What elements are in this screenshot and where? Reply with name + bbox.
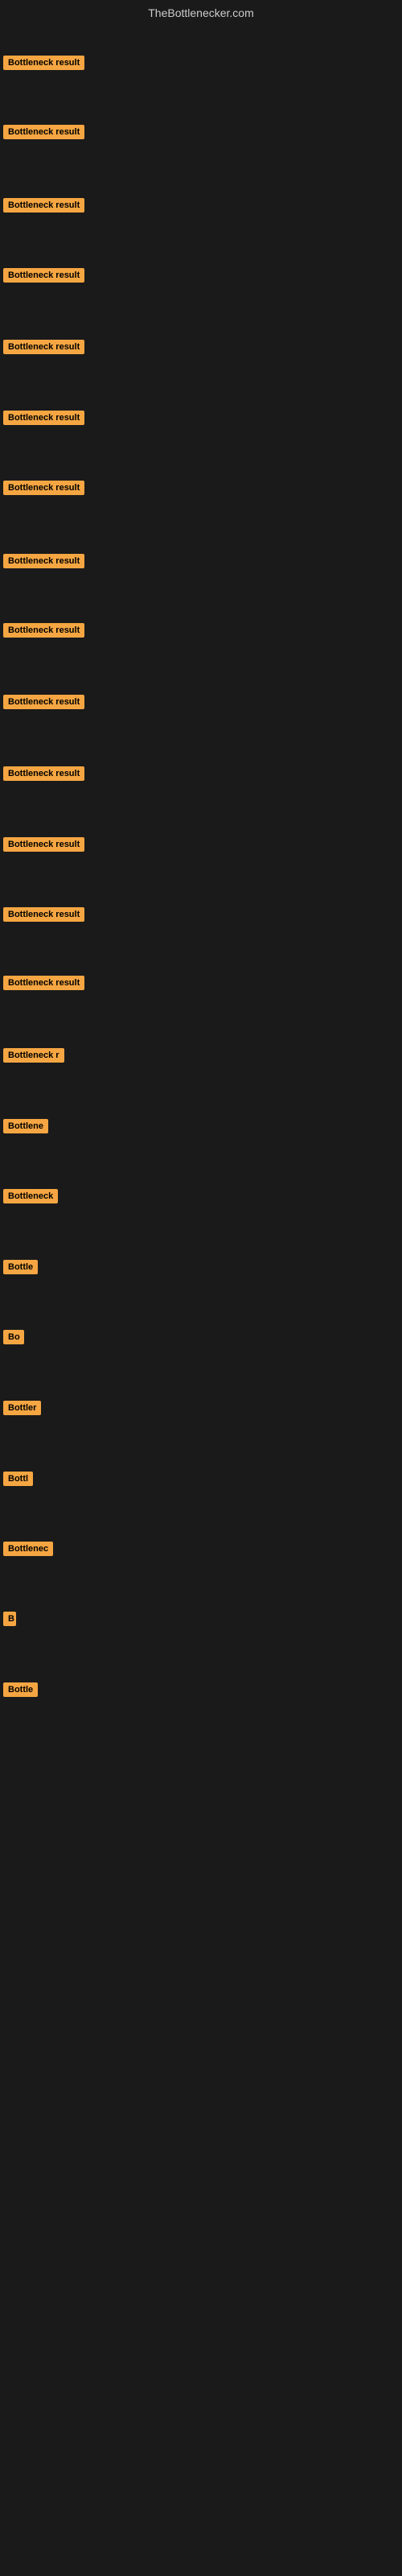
bottleneck-item-21[interactable]: Bottl <box>3 1472 33 1490</box>
bottleneck-item-1[interactable]: Bottleneck result <box>3 56 84 74</box>
bottleneck-item-24[interactable]: Bottle <box>3 1682 38 1701</box>
site-header: TheBottlenecker.com <box>0 0 402 26</box>
bottleneck-item-6[interactable]: Bottleneck result <box>3 411 84 429</box>
bottleneck-badge: Bottl <box>3 1472 33 1486</box>
bottleneck-badge: Bottlenec <box>3 1542 53 1556</box>
bottleneck-badge: Bottle <box>3 1260 38 1274</box>
site-title: TheBottlenecker.com <box>0 0 402 26</box>
bottleneck-badge: Bottleneck <box>3 1189 58 1203</box>
bottleneck-item-22[interactable]: Bottlenec <box>3 1542 53 1560</box>
items-container: Bottleneck result Bottleneck result Bottle… <box>0 26 402 1958</box>
bottleneck-badge: Bottlene <box>3 1119 48 1133</box>
bottleneck-badge: Bottleneck result <box>3 695 84 709</box>
bottleneck-badge: B <box>3 1612 16 1626</box>
bottleneck-item-23[interactable]: B <box>3 1612 16 1630</box>
bottleneck-item-9[interactable]: Bottleneck result <box>3 623 84 642</box>
bottleneck-item-10[interactable]: Bottleneck result <box>3 695 84 713</box>
bottleneck-item-18[interactable]: Bottle <box>3 1260 38 1278</box>
bottleneck-badge: Bottleneck result <box>3 837 84 852</box>
bottleneck-badge: Bottleneck result <box>3 766 84 781</box>
bottleneck-badge: Bottleneck result <box>3 481 84 495</box>
bottleneck-item-16[interactable]: Bottlene <box>3 1119 48 1137</box>
bottleneck-badge: Bottleneck result <box>3 125 84 139</box>
bottleneck-badge: Bottleneck result <box>3 411 84 425</box>
bottleneck-item-2[interactable]: Bottleneck result <box>3 125 84 143</box>
bottleneck-item-8[interactable]: Bottleneck result <box>3 554 84 572</box>
bottleneck-badge: Bottleneck result <box>3 268 84 283</box>
bottleneck-badge: Bo <box>3 1330 24 1344</box>
bottleneck-badge: Bottleneck result <box>3 340 84 354</box>
bottleneck-badge: Bottleneck result <box>3 56 84 70</box>
bottleneck-badge: Bottler <box>3 1401 41 1415</box>
bottleneck-item-13[interactable]: Bottleneck result <box>3 907 84 926</box>
bottleneck-badge: Bottleneck result <box>3 554 84 568</box>
bottleneck-badge: Bottleneck result <box>3 976 84 990</box>
bottleneck-badge: Bottleneck result <box>3 623 84 638</box>
bottleneck-badge: Bottle <box>3 1682 38 1697</box>
bottleneck-item-7[interactable]: Bottleneck result <box>3 481 84 499</box>
bottleneck-badge: Bottleneck result <box>3 198 84 213</box>
bottleneck-badge: Bottleneck result <box>3 907 84 922</box>
bottleneck-item-3[interactable]: Bottleneck result <box>3 198 84 217</box>
bottleneck-item-12[interactable]: Bottleneck result <box>3 837 84 856</box>
bottleneck-item-11[interactable]: Bottleneck result <box>3 766 84 785</box>
bottleneck-item-17[interactable]: Bottleneck <box>3 1189 58 1208</box>
bottleneck-item-14[interactable]: Bottleneck result <box>3 976 84 994</box>
bottleneck-badge: Bottleneck r <box>3 1048 64 1063</box>
bottleneck-item-4[interactable]: Bottleneck result <box>3 268 84 287</box>
bottleneck-item-5[interactable]: Bottleneck result <box>3 340 84 358</box>
bottleneck-item-20[interactable]: Bottler <box>3 1401 41 1419</box>
bottleneck-item-15[interactable]: Bottleneck r <box>3 1048 64 1067</box>
bottleneck-item-19[interactable]: Bo <box>3 1330 24 1348</box>
